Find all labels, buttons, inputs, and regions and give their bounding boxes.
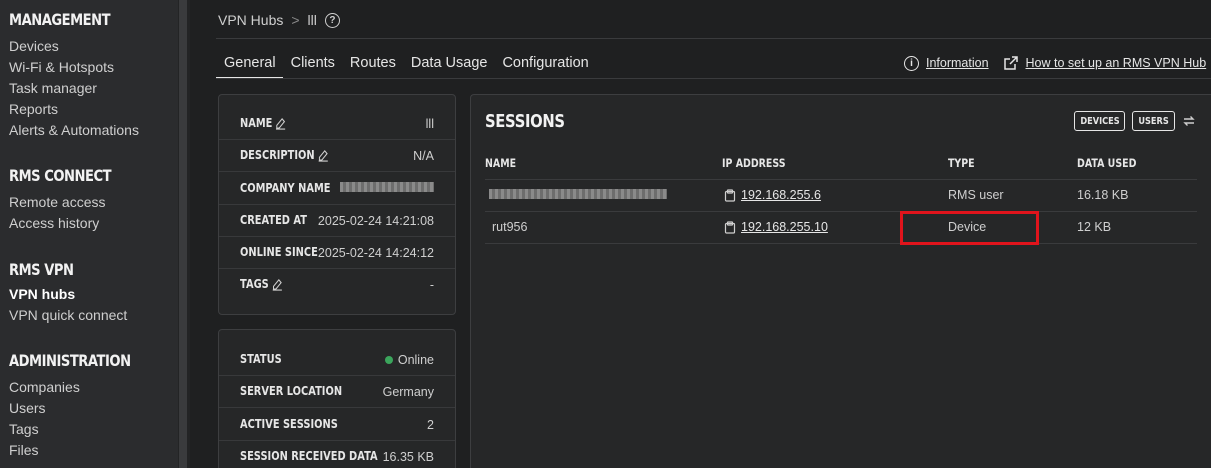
active-sessions-label: ACTIVE SESSIONS [240,417,338,431]
column-header-type[interactable]: TYPE [948,156,975,170]
received-data-row: SESSION RECEIVED DATA 16.35 KB [219,441,455,468]
hub-status-card: STATUS Online SERVER LOCATION Germany AC… [218,329,456,468]
edit-icon[interactable] [318,149,329,162]
sidebar-item-vpn-quick-connect[interactable]: VPN quick connect [9,307,127,323]
session-data-used: 12 KB [1077,220,1112,234]
online-status-dot [384,356,393,364]
detail-row-tags: TAGS - [219,269,455,301]
tags-value: - [429,278,434,292]
divider [216,38,1211,39]
name-label: NAME [240,116,273,130]
sidebar-item-wifi-hotspots[interactable]: Wi-Fi & Hotspots [9,59,114,75]
sessions-title: SESSIONS [485,111,565,132]
tab-routes[interactable]: Routes [342,53,403,79]
session-type: RMS user [948,188,1004,202]
server-location-value: Germany [382,385,434,399]
session-data-used: 16.18 KB [1077,188,1129,202]
name-value: lll [425,117,434,131]
divider [485,243,1197,244]
sidebar-item-reports[interactable]: Reports [9,101,58,117]
tab-data-usage[interactable]: Data Usage [403,53,495,79]
session-ip-link[interactable]: 192.168.255.6 [741,188,821,202]
hub-details-card: NAME lll DESCRIPTION N/A COMPANY NAME CR… [218,94,456,315]
description-label: DESCRIPTION [240,148,315,162]
online-since-value: 2025-02-24 14:24:12 [317,246,434,260]
status-label: STATUS [240,352,282,366]
status-row: STATUS Online [219,344,455,376]
tab-general[interactable]: General [216,53,283,79]
location-row: SERVER LOCATION Germany [219,376,455,408]
section-management: MANAGEMENT [9,10,111,29]
received-data-value: 16.35 KB [382,450,434,464]
column-header-name[interactable]: NAME [485,156,516,170]
company-label: COMPANY NAME [240,181,331,195]
detail-row-created: CREATED AT 2025-02-24 14:21:08 [219,205,455,237]
description-value: N/A [413,149,434,163]
section-rms-connect: RMS CONNECT [9,166,112,185]
active-sessions-value: 2 [427,418,434,432]
sidebar-item-remote-access[interactable]: Remote access [9,194,105,210]
tab-clients[interactable]: Clients [283,53,342,79]
copy-icon[interactable] [724,220,736,234]
divider [216,78,1211,79]
detail-row-online: ONLINE SINCE 2025-02-24 14:24:12 [219,237,455,269]
divider [485,211,1197,212]
copy-icon[interactable] [724,188,736,202]
session-name: rut956 [492,220,528,234]
sidebar: MANAGEMENT Devices Wi-Fi & Hotspots Task… [0,0,178,468]
sidebar-scrollbar[interactable] [179,0,187,468]
section-administration: ADMINISTRATION [9,351,131,370]
table-row: 192.168.255.10 [724,220,828,234]
breadcrumb-current: lll [307,12,317,28]
sidebar-item-users[interactable]: Users [9,400,46,416]
devices-filter-button[interactable]: DEVICES [1074,111,1125,131]
chevron-right-icon: > [291,12,300,28]
breadcrumb-vpn-hubs[interactable]: VPN Hubs [218,12,283,28]
detail-row-company: COMPANY NAME [219,173,455,205]
edit-icon[interactable] [272,278,283,291]
help-icon[interactable]: ? [324,12,340,28]
detail-row-name: NAME lll [219,108,455,140]
section-rms-vpn: RMS VPN [9,260,74,279]
sidebar-item-companies[interactable]: Companies [9,379,80,395]
edit-icon[interactable] [276,117,287,130]
session-ip-link[interactable]: 192.168.255.10 [741,220,828,234]
online-since-label: ONLINE SINCE [240,245,318,259]
sidebar-item-alerts-automations[interactable]: Alerts & Automations [9,122,139,138]
sessions-card: SESSIONS DEVICES USERS NAME IP ADDRESS T… [470,94,1211,468]
session-type: Device [948,220,987,234]
sidebar-item-files[interactable]: Files [9,442,39,458]
sidebar-item-vpn-hubs[interactable]: VPN hubs [9,286,75,302]
sidebar-item-devices[interactable]: Devices [9,38,59,54]
created-label: CREATED AT [240,213,307,227]
status-value: Online [397,353,434,367]
tab-bar: General Clients Routes Data Usage Config… [216,53,596,79]
sidebar-item-access-history[interactable]: Access history [9,215,99,231]
column-header-data-used[interactable]: DATA USED [1077,156,1136,170]
created-value: 2025-02-24 14:21:08 [317,214,434,228]
info-icon: i [904,55,919,71]
company-value-redacted [340,182,434,192]
active-sessions-row: ACTIVE SESSIONS 2 [219,409,455,441]
divider [485,179,1197,180]
received-data-label: SESSION RECEIVED DATA [240,449,378,463]
server-location-label: SERVER LOCATION [240,384,343,398]
tab-configuration[interactable]: Configuration [494,53,595,79]
refresh-icon[interactable] [1181,113,1197,129]
session-name-redacted [489,189,667,199]
sidebar-item-tags[interactable]: Tags [9,421,39,437]
main-content: VPN Hubs > lll ? General Clients Routes … [190,0,1211,468]
sidebar-item-task-manager[interactable]: Task manager [9,80,97,96]
users-filter-button[interactable]: USERS [1132,111,1175,131]
tags-label: TAGS [240,277,269,291]
table-row: 192.168.255.6 [724,188,821,202]
external-link-icon [1003,56,1018,70]
column-header-ip[interactable]: IP ADDRESS [722,156,786,170]
information-link[interactable]: Information [926,56,989,70]
setup-guide-link[interactable]: How to set up an RMS VPN Hub [1026,56,1207,70]
breadcrumb: VPN Hubs > lll ? [218,12,340,28]
detail-row-description: DESCRIPTION N/A [219,140,455,172]
help-links: i Information How to set up an RMS VPN H… [904,55,1206,71]
